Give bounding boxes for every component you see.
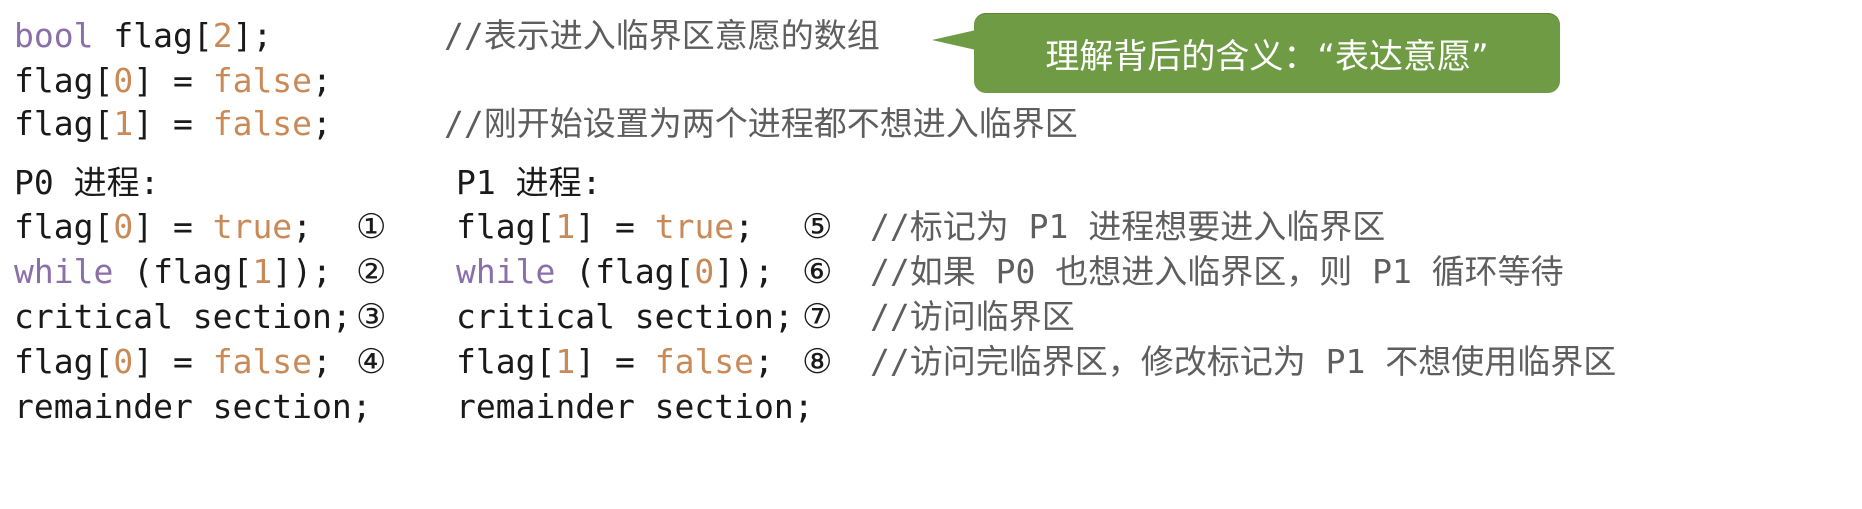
code-text: ]); — [714, 252, 774, 291]
p1-line-2: while (flag[0]); — [456, 252, 774, 292]
p1-line-1: flag[1] = true; — [456, 207, 754, 247]
p0-line-5: remainder section; — [14, 387, 372, 426]
number-literal: 1 — [555, 342, 576, 381]
boolean-literal: false — [212, 342, 313, 381]
number-literal: 0 — [113, 61, 134, 100]
step-marker-7: ⑦ — [802, 297, 833, 337]
number-literal: 0 — [694, 252, 715, 291]
keyword-while: while — [456, 252, 556, 291]
comment-step-6: //如果 P0 也想进入临界区，则 P1 循环等待 — [870, 252, 1564, 291]
code-text: ; — [312, 342, 332, 381]
code-text: ] = — [133, 207, 213, 246]
p1-line-4: flag[1] = false; — [456, 342, 774, 382]
number-literal: 1 — [252, 252, 273, 291]
p1-line-3: critical section; — [456, 297, 794, 336]
number-literal: 1 — [555, 207, 576, 246]
comment-step-7: //访问临界区 — [870, 297, 1075, 336]
p0-line-2: while (flag[1]); — [14, 252, 332, 292]
code-text: flag[ — [93, 16, 213, 55]
code-text: flag[ — [14, 61, 114, 100]
comment-step-5: //标记为 P1 进程想要进入临界区 — [870, 207, 1386, 246]
number-literal: 2 — [212, 16, 233, 55]
code-line-flag0-init: flag[0] = false; — [14, 61, 332, 101]
step-marker-1: ① — [356, 207, 387, 247]
code-text: ] = — [133, 342, 213, 381]
code-text: ; — [292, 207, 313, 246]
keyword-while: while — [14, 252, 114, 291]
boolean-literal: false — [654, 342, 755, 381]
code-text: ; — [312, 61, 332, 100]
boolean-literal: true — [212, 207, 293, 246]
p1-line-5: remainder section; — [456, 387, 814, 426]
callout-text: 理解背后的含义：“表达意愿” — [1045, 36, 1489, 77]
p0-line-1: flag[0] = true; — [14, 207, 312, 247]
p0-title: P0 进程: — [14, 163, 160, 202]
p0-line-4: flag[0] = false; — [14, 342, 332, 382]
number-literal: 0 — [113, 207, 134, 246]
code-text: ] = — [575, 342, 655, 381]
step-marker-8: ⑧ — [802, 342, 833, 382]
code-text: flag[ — [456, 342, 556, 381]
p0-line-3: critical section; — [14, 297, 352, 336]
number-literal: 1 — [113, 104, 134, 143]
code-line-flag-decl: bool flag[2]; — [14, 16, 272, 56]
step-marker-6: ⑥ — [802, 252, 833, 292]
step-marker-3: ③ — [356, 297, 387, 337]
code-text: ; — [754, 342, 774, 381]
code-text: ] = — [133, 104, 213, 143]
step-marker-5: ⑤ — [802, 207, 833, 247]
callout-bubble: 理解背后的含义：“表达意愿” — [974, 13, 1560, 93]
code-text: ; — [734, 207, 755, 246]
code-text: ]; — [232, 16, 273, 55]
code-text: ]); — [272, 252, 332, 291]
comment-step-8: //访问完临界区，修改标记为 P1 不想使用临界区 — [870, 342, 1617, 381]
step-marker-2: ② — [356, 252, 387, 292]
boolean-literal: true — [654, 207, 735, 246]
code-text: (flag[ — [555, 252, 695, 291]
boolean-literal: false — [212, 104, 313, 143]
code-text: ] = — [575, 207, 655, 246]
number-literal: 0 — [113, 342, 134, 381]
boolean-literal: false — [212, 61, 313, 100]
p1-title: P1 进程: — [456, 163, 602, 202]
keyword-bool: bool — [14, 16, 94, 55]
comment-flag-decl: //表示进入临界区意愿的数组 — [444, 16, 880, 55]
step-marker-4: ④ — [356, 342, 387, 382]
callout-pointer — [932, 30, 976, 50]
code-text: flag[ — [14, 207, 114, 246]
code-text: (flag[ — [113, 252, 253, 291]
code-text: flag[ — [14, 342, 114, 381]
comment-init: //刚开始设置为两个进程都不想进入临界区 — [444, 104, 1078, 143]
code-line-flag1-init: flag[1] = false; — [14, 104, 332, 144]
code-text: ; — [312, 104, 332, 143]
code-text: flag[ — [14, 104, 114, 143]
code-text: ] = — [133, 61, 213, 100]
code-text: flag[ — [456, 207, 556, 246]
